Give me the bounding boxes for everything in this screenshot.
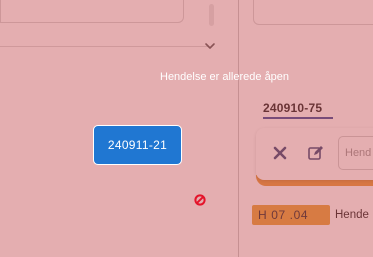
dropdown-underline [0, 46, 208, 47]
overlay-message: Hendelse er allerede åpen [160, 71, 290, 83]
search-input[interactable] [339, 137, 373, 169]
top-right-input[interactable] [253, 0, 373, 25]
case-tab[interactable]: 240910-75 [263, 101, 322, 115]
close-icon[interactable] [270, 143, 290, 163]
event-time-badge: H 07 .04 [252, 205, 330, 225]
no-drop-icon [194, 194, 206, 206]
app-window: 240910-75 H 07 .04 Hende Hendelse er all… [0, 0, 373, 257]
search-field[interactable] [338, 136, 373, 170]
event-text[interactable]: Hende [335, 205, 369, 225]
dragged-case-chip[interactable]: 240911-21 [93, 125, 182, 165]
scrollbar[interactable] [209, 4, 214, 26]
top-left-input[interactable] [0, 0, 184, 23]
edit-icon[interactable] [306, 143, 326, 163]
chevron-down-icon[interactable] [201, 40, 219, 54]
active-tab-indicator [263, 117, 333, 119]
